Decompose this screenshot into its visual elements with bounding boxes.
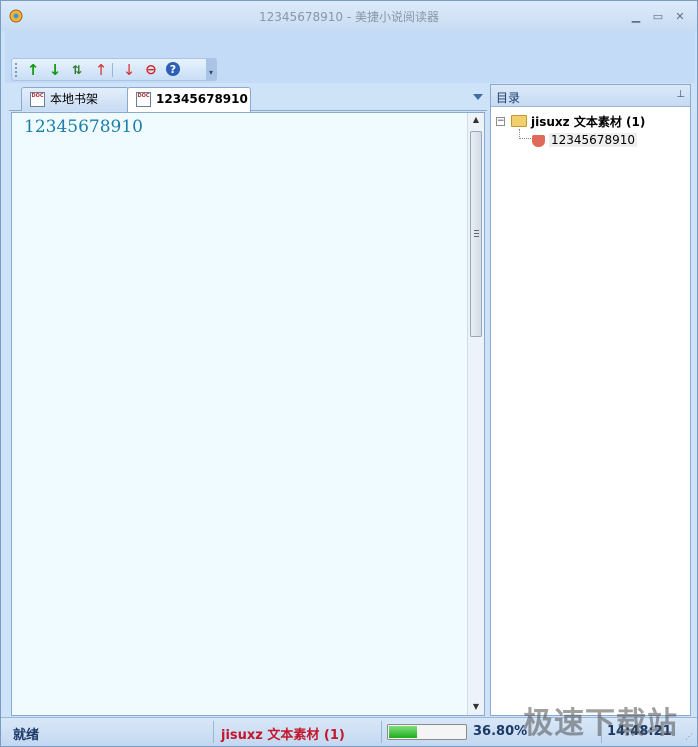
- maximize-button[interactable]: ▭: [651, 11, 665, 23]
- prev-icon[interactable]: ↑: [92, 61, 110, 79]
- scroll-up-arrow-icon[interactable]: ▲: [468, 113, 484, 127]
- scroll-thumb[interactable]: [470, 131, 482, 337]
- thumb-grip-icon: [474, 230, 479, 237]
- tab-current-book[interactable]: DOC 12345678910: [127, 87, 251, 112]
- toc-header: 目录 ⊥: [491, 85, 690, 107]
- toolbar-overflow-button[interactable]: ▾: [206, 59, 216, 80]
- vertical-scrollbar[interactable]: ▲ ▼: [467, 113, 484, 715]
- pin-icon[interactable]: ⊥: [676, 89, 685, 100]
- tab-label: 本地书架: [50, 92, 99, 106]
- svg-text:?: ?: [170, 63, 176, 76]
- book-icon: [532, 135, 545, 147]
- resize-grip-icon[interactable]: ⋰: [685, 733, 695, 744]
- status-separator: [381, 721, 382, 743]
- minimize-button[interactable]: ▁: [629, 11, 643, 23]
- folder-open-icon: [511, 115, 527, 127]
- status-percent: 36.80%: [473, 724, 528, 739]
- move-down-icon[interactable]: ↓: [46, 61, 64, 79]
- scroll-down-arrow-icon[interactable]: ▼: [468, 700, 484, 714]
- help-icon[interactable]: ?: [164, 61, 182, 79]
- window-title: 12345678910 - 美捷小说阅读器: [259, 10, 439, 24]
- toc-pane: 目录 ⊥ − jisuxz 文本素材 (1) 12345678910: [490, 84, 691, 716]
- tab-label: 12345678910: [156, 92, 248, 106]
- watermark-logo: 极速下载站: [523, 706, 678, 741]
- main-toolbar: ↑ ↓ ⇅ ↑ ↓ ⊖ ? ▾: [11, 58, 217, 81]
- sort-icon[interactable]: ⇅: [68, 61, 86, 79]
- doc-file-icon: DOC: [136, 92, 151, 107]
- status-ready: 就绪: [13, 728, 40, 743]
- toolbar-grip[interactable]: [15, 63, 17, 77]
- title-bar[interactable]: 12345678910 - 美捷小说阅读器 ▁ ▭ ✕: [1, 1, 697, 31]
- next-icon[interactable]: ↓: [120, 61, 138, 79]
- status-separator: [213, 721, 214, 743]
- move-up-icon[interactable]: ↑: [24, 61, 42, 79]
- app-window: 12345678910 - 美捷小说阅读器 ▁ ▭ ✕ ↑ ↓ ⇅ ↑ ↓ ⊖ …: [0, 0, 698, 747]
- reading-progress-bar: [387, 724, 467, 740]
- status-book-name: jisuxz 文本素材 (1): [221, 728, 345, 743]
- toc-title: 目录: [496, 91, 521, 105]
- tree-root-node[interactable]: jisuxz 文本素材 (1): [531, 113, 645, 130]
- document-text: 12345678910: [24, 117, 143, 137]
- tree-connector: [519, 129, 533, 139]
- toolbar-separator: [112, 63, 113, 77]
- tab-list-dropdown-icon[interactable]: [473, 94, 483, 100]
- reading-area[interactable]: 12345678910 ▲ ▼: [11, 112, 485, 716]
- collapse-icon[interactable]: −: [496, 117, 505, 126]
- document-pane: DOC 本地书架 DOC 12345678910 12345678910 ▲ ▼: [9, 84, 487, 716]
- tab-local-shelf[interactable]: DOC 本地书架: [21, 87, 129, 111]
- tree-leaf-node[interactable]: 12345678910: [549, 133, 637, 147]
- tab-strip: DOC 本地书架 DOC 12345678910: [9, 84, 487, 112]
- close-button[interactable]: ✕: [673, 11, 687, 23]
- doc-file-icon: DOC: [30, 92, 45, 107]
- stop-icon[interactable]: ⊖: [142, 61, 160, 79]
- progress-fill: [389, 726, 417, 738]
- ribbon-area: ↑ ↓ ⇅ ↑ ↓ ⊖ ? ▾: [5, 31, 695, 83]
